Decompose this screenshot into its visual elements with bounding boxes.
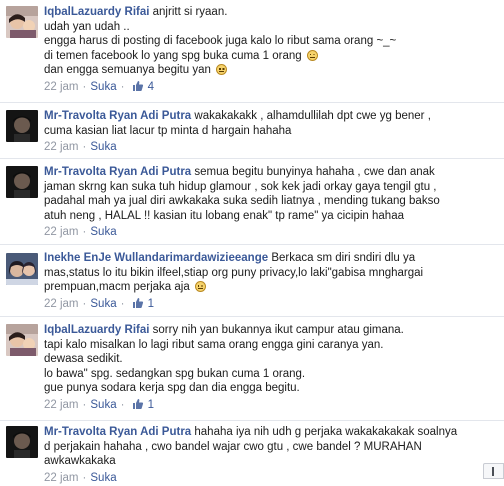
like-button[interactable]: Suka	[90, 298, 116, 310]
comment-item: Mr-Travolta Ryan Adi Putra semua begitu …	[0, 159, 504, 245]
timestamp[interactable]: 22 jam	[44, 226, 79, 238]
like-count[interactable]: 1	[148, 298, 154, 310]
comment-text: sorry nih yan bukannya ikut campur atau …	[152, 324, 404, 336]
timestamp[interactable]: 22 jam	[44, 298, 79, 310]
comment-text: dan engga semuanya begitu yan	[44, 64, 211, 76]
comment-item: Mr-Travolta Ryan Adi Putra wakakakakk , …	[0, 103, 504, 159]
comment-text: dewasa sedikit.	[44, 353, 123, 365]
timestamp[interactable]: 22 jam	[44, 81, 79, 93]
comment-text: d perjakain hahaha , cwo bandel wajar cw…	[44, 440, 422, 453]
scroll-handle[interactable]	[483, 463, 504, 479]
comment-text: udah yan udah ..	[44, 20, 130, 33]
like-count[interactable]: 4	[148, 81, 154, 93]
comment-text: semua begitu bunyinya hahaha , cwe dan a…	[194, 166, 435, 178]
thumbs-up-icon	[132, 80, 144, 97]
comment-author[interactable]: Mr-Travolta Ryan Adi Putra	[44, 166, 191, 178]
like-button[interactable]: Suka	[90, 81, 116, 93]
smiley-emoticon-icon	[194, 281, 206, 292]
timestamp[interactable]: 22 jam	[44, 472, 79, 484]
comment-text: cuma kasian liat lacur tp minta d hargai…	[44, 124, 292, 137]
comment-text: gue punya sodara kerja spg dan dia engga…	[44, 382, 300, 394]
like-button[interactable]: Suka	[90, 141, 116, 153]
comment-text: wakakakakk , alhamdullilah dpt cwe yg be…	[194, 110, 431, 122]
comment-text: Berkaca sm diri sndiri dlu ya	[271, 252, 416, 264]
thumbs-up-icon	[132, 297, 144, 314]
comment-item: Mr-Travolta Ryan Adi Putra hahaha iya ni…	[0, 421, 504, 484]
thumbs-up-icon	[132, 398, 144, 415]
comment-text: atuh neng , HALAL !! kasian itu lobang e…	[44, 209, 404, 222]
comment-text: mas,status lo itu bikin ilfeel,stiap org…	[44, 266, 424, 279]
comment-text: jaman skrng kan suka tuh hidup glamour ,…	[44, 180, 437, 193]
smiley-emoticon-icon	[216, 64, 228, 75]
comment-author[interactable]: IqbalLazuardy Rifai	[44, 6, 149, 18]
comment-text: anjritt si ryaan.	[152, 6, 228, 18]
avatar[interactable]	[6, 324, 38, 356]
like-button[interactable]: Suka	[90, 472, 116, 484]
timestamp[interactable]: 22 jam	[44, 141, 79, 153]
comment-item: IqbalLazuardy Rifai anjritt si ryaan. ud…	[0, 0, 504, 103]
avatar[interactable]	[6, 426, 38, 458]
smiley-emoticon-icon	[306, 49, 318, 61]
like-button[interactable]: Suka	[90, 399, 116, 411]
comment-author[interactable]: Mr-Travolta Ryan Adi Putra	[44, 426, 191, 438]
like-count[interactable]: 1	[148, 399, 154, 411]
comment-text: padahal mah ya jual diri awkakaka suka s…	[44, 195, 440, 207]
comment-text: prempuan,macm perjaka aja	[44, 281, 190, 293]
comment-text: engga harus di posting di facebook juga …	[44, 35, 397, 47]
comment-text: awkawkakaka	[44, 455, 116, 467]
comment-item: IqbalLazuardy Rifai sorry nih yan bukann…	[0, 317, 504, 421]
comment-author[interactable]: Mr-Travolta Ryan Adi Putra	[44, 110, 191, 122]
avatar[interactable]	[6, 166, 38, 198]
comment-author[interactable]: Inekhe EnJe Wullandarimardawizieeange	[44, 252, 268, 264]
avatar[interactable]	[6, 253, 38, 285]
like-button[interactable]: Suka	[90, 226, 116, 238]
timestamp[interactable]: 22 jam	[44, 399, 79, 411]
comment-text: tapi kalo misalkan lo lagi ribut sama or…	[44, 338, 384, 351]
avatar[interactable]	[6, 110, 38, 142]
comment-item: Inekhe EnJe Wullandarimardawizieeange Be…	[0, 245, 504, 317]
comment-text: lo bawa" spg. sedangkan spg bukan cuma 1…	[44, 367, 306, 380]
comment-text: hahaha iya nih udh g perjaka wakakakakak…	[194, 426, 458, 438]
scroll-grip-icon	[492, 467, 494, 476]
avatar[interactable]	[6, 6, 38, 38]
comment-text: di temen facebook lo yang spg buka cuma …	[44, 49, 302, 62]
comment-author[interactable]: IqbalLazuardy Rifai	[44, 324, 149, 336]
